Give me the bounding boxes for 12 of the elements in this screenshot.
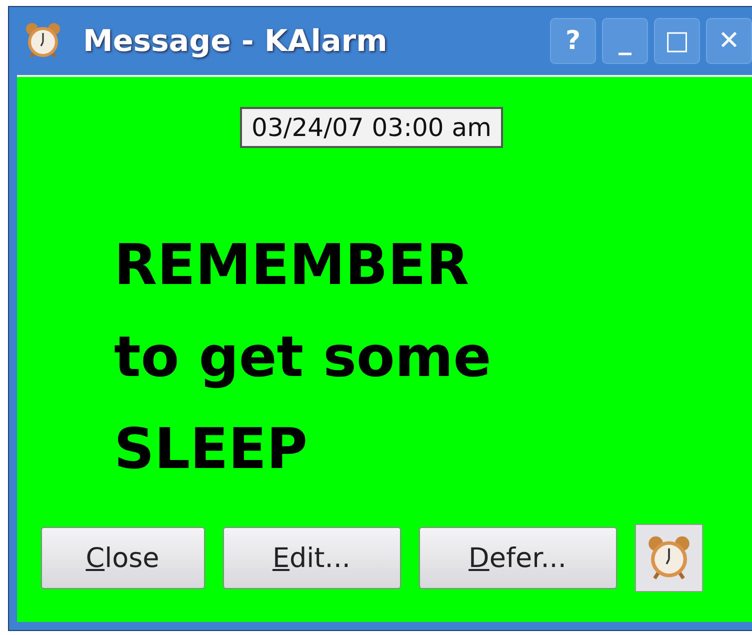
- dialog-button[interactable]: Close: [40, 527, 204, 589]
- dialog-button[interactable]: Edit...: [222, 527, 400, 589]
- dialog-button[interactable]: Defer...: [418, 527, 616, 589]
- window-title: Message - KAlarm: [83, 24, 388, 58]
- window-control-button[interactable]: □: [654, 18, 700, 64]
- datetime-label: 03/24/07 03:00 am: [240, 107, 504, 148]
- alarm-message: REMEMBER to get some SLEEP: [114, 232, 492, 484]
- alarm-clock-button[interactable]: [634, 524, 702, 592]
- alarm-clock-icon: [23, 21, 63, 61]
- window-control-button[interactable]: ?: [550, 18, 596, 64]
- window-control-button[interactable]: _: [602, 18, 648, 64]
- window-control-button[interactable]: ✕: [706, 18, 752, 64]
